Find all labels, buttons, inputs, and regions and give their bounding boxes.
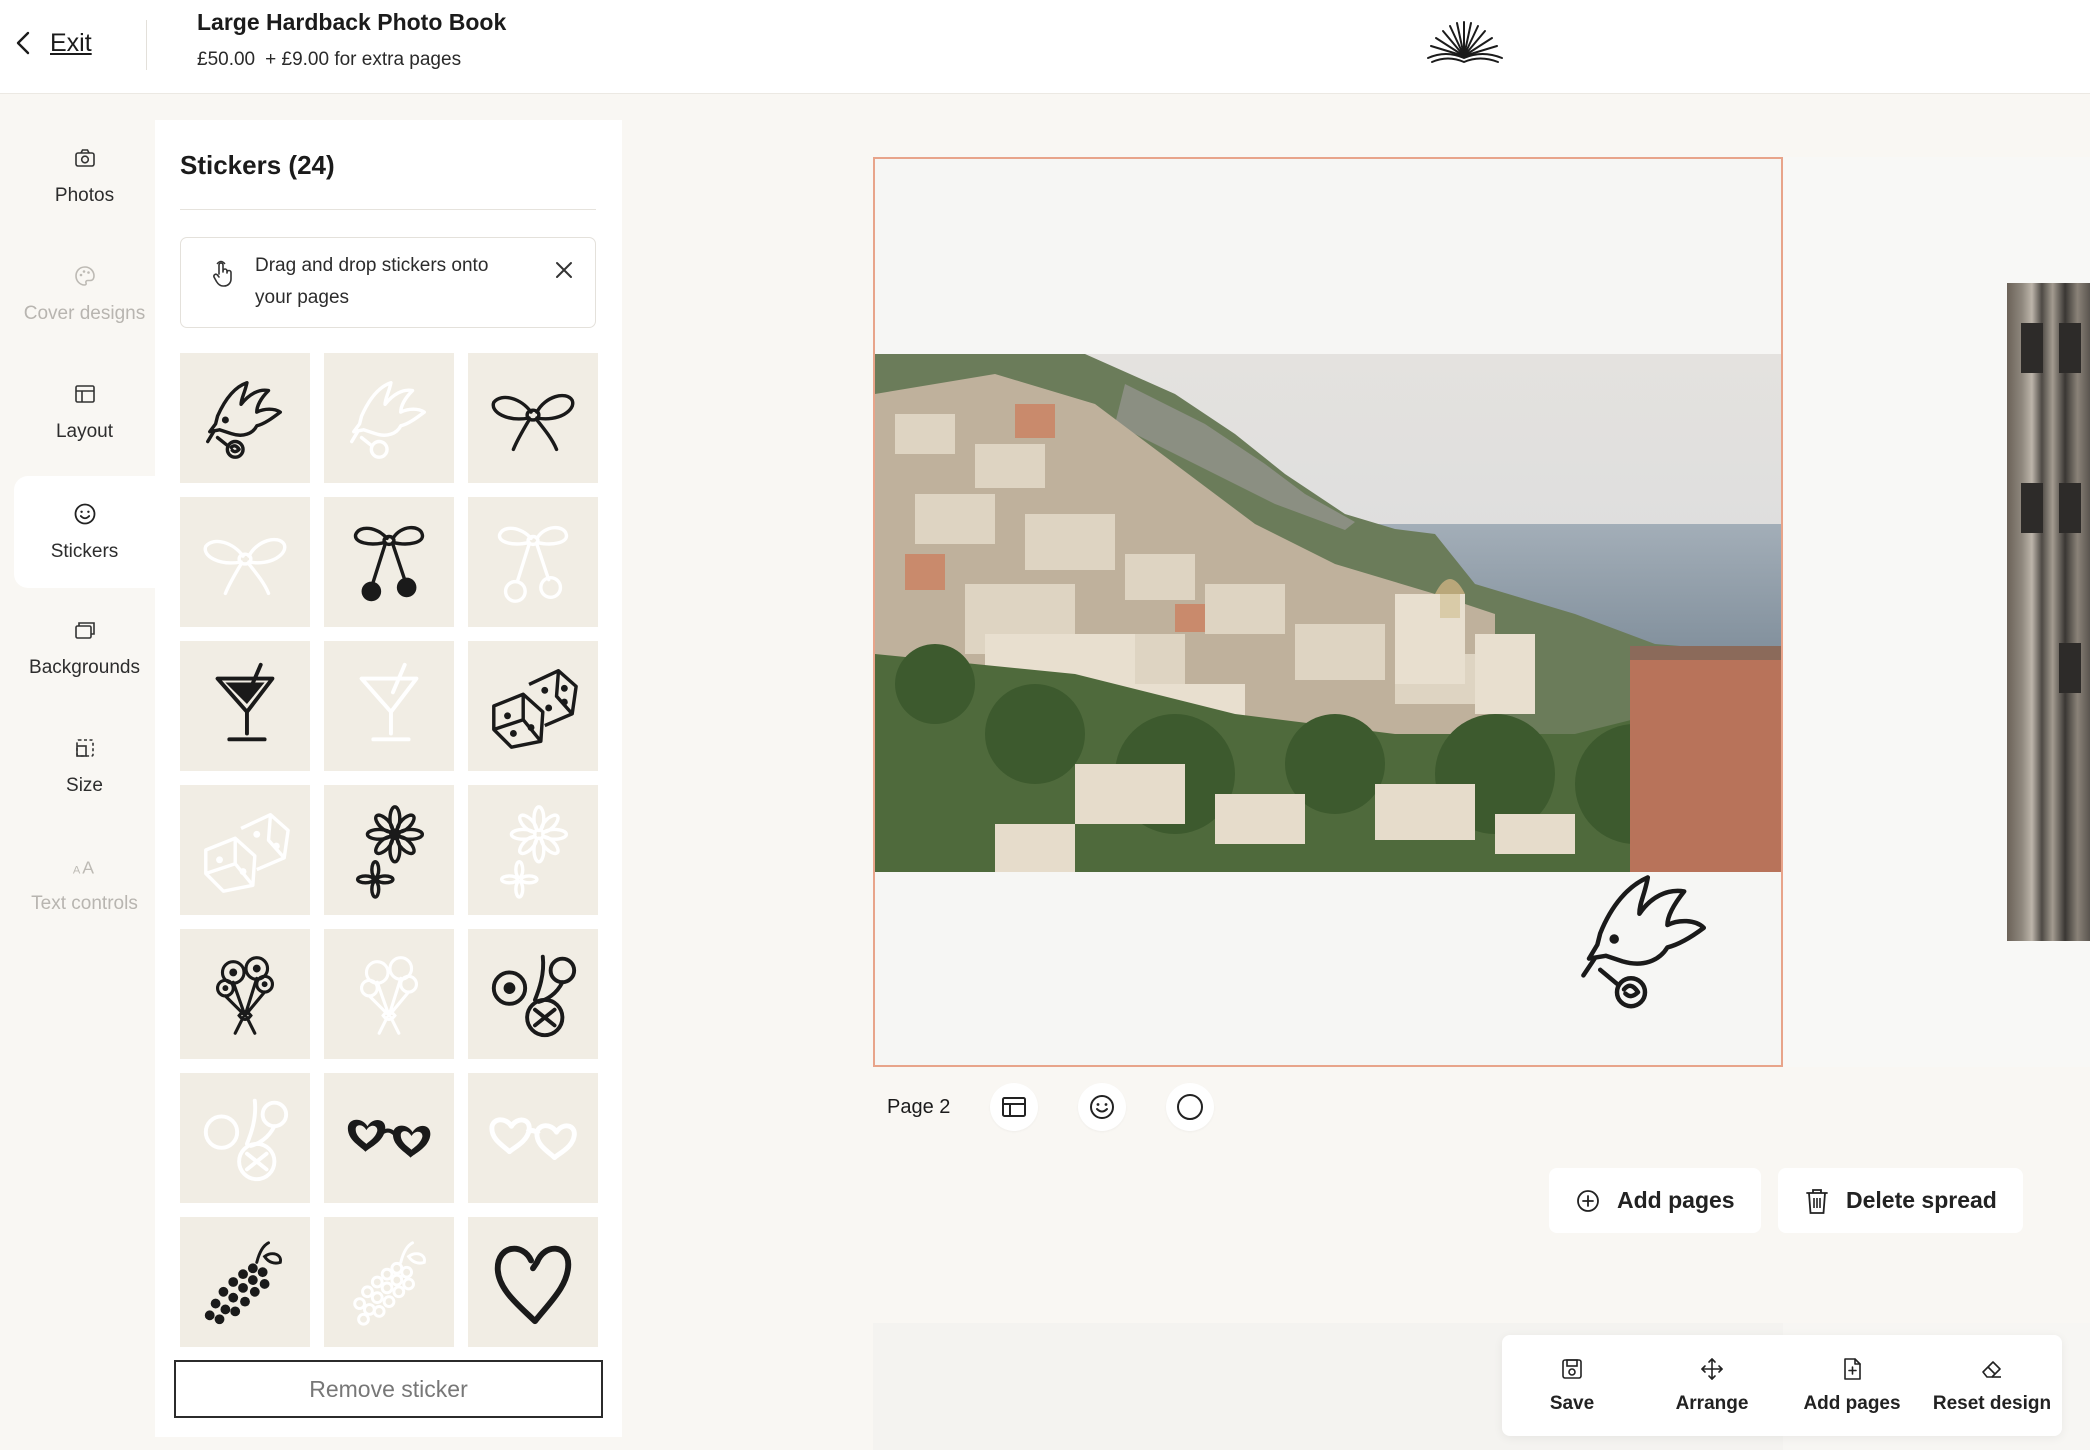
- backgrounds-icon: [72, 617, 98, 643]
- nav-photos[interactable]: Photos: [14, 120, 155, 232]
- sticker-daisies-white[interactable]: [468, 785, 598, 915]
- nav-backgrounds[interactable]: Backgrounds: [14, 592, 155, 704]
- price: £50.00: [197, 49, 256, 70]
- svg-text:A: A: [82, 857, 94, 877]
- sticker-dice-white[interactable]: [180, 785, 310, 915]
- divider: [180, 209, 596, 210]
- add-pages-toolbar-button[interactable]: Add pages: [1782, 1335, 1922, 1436]
- sticker-martini-black[interactable]: [180, 641, 310, 771]
- sticker-cherries-citrus-white[interactable]: [180, 1073, 310, 1203]
- layout-icon: [72, 381, 98, 407]
- sticker-bow-cherries-black[interactable]: [324, 497, 454, 627]
- window-shape: [2021, 323, 2043, 373]
- divider: [146, 20, 147, 70]
- save-label: Save: [1549, 1392, 1595, 1414]
- layout-icon: [1002, 1097, 1027, 1117]
- bottom-toolbar: Save Arrange Add pages Reset design: [1502, 1335, 2062, 1436]
- page-toolbar: Page 2: [873, 1082, 1254, 1132]
- smiley-icon: [72, 501, 98, 527]
- nav-layout[interactable]: Layout: [14, 356, 155, 468]
- nav-backgrounds-label: Backgrounds: [29, 657, 140, 678]
- sticker-bow-white[interactable]: [180, 497, 310, 627]
- exit-button[interactable]: Exit: [14, 26, 92, 60]
- add-pages-button[interactable]: Add pages: [1549, 1168, 1761, 1233]
- delete-spread-label: Delete spread: [1846, 1187, 1997, 1213]
- add-page-icon: [1844, 1357, 1861, 1380]
- arrange-icon: [1701, 1357, 1723, 1380]
- sticker-bow-black[interactable]: [468, 353, 598, 483]
- panel-title: Stickers (24): [180, 150, 335, 180]
- hint-text: Drag and drop stickers onto your pages: [255, 255, 489, 308]
- sticker-martini-white[interactable]: [324, 641, 454, 771]
- sticker-daisies-black[interactable]: [324, 785, 454, 915]
- page-2-canvas[interactable]: [873, 157, 1783, 1067]
- nav-layout-label: Layout: [55, 421, 114, 442]
- nav-text-controls-label: Text controls: [31, 893, 138, 914]
- sticker-bow-cherries-white[interactable]: [468, 497, 598, 627]
- plus-circle-icon: [1577, 1189, 1599, 1212]
- window-shape: [2059, 483, 2081, 533]
- product-price: £50.00 + £9.00 for extra pages: [197, 49, 461, 71]
- palette-icon: [72, 263, 98, 289]
- save-button[interactable]: Save: [1502, 1335, 1642, 1436]
- sticker-bouquet-black[interactable]: [180, 929, 310, 1059]
- page-label: Page 2: [887, 1095, 951, 1118]
- window-shape: [2059, 323, 2081, 373]
- sticker-grapes-white[interactable]: [324, 1217, 454, 1347]
- size-icon: [72, 735, 98, 761]
- remove-sticker-button[interactable]: Remove sticker: [174, 1360, 603, 1418]
- nav-stickers-label: Stickers: [50, 541, 119, 562]
- text-size-icon: AA: [72, 853, 98, 879]
- page-layout-button[interactable]: [990, 1083, 1039, 1131]
- nav-stickers[interactable]: Stickers: [14, 476, 155, 588]
- page-stickers-button[interactable]: [1078, 1083, 1127, 1131]
- placed-dove-sticker[interactable]: [1575, 854, 1715, 1024]
- nav-photos-label: Photos: [54, 185, 115, 206]
- hand-pointer-icon: [213, 260, 232, 287]
- page-background-color-button[interactable]: [1166, 1083, 1215, 1131]
- arrange-button[interactable]: Arrange: [1642, 1335, 1782, 1436]
- close-icon[interactable]: [550, 256, 578, 284]
- reset-design-label: Reset design: [1932, 1392, 2052, 1414]
- sticker-heart-glasses-white[interactable]: [468, 1073, 598, 1203]
- circle-icon: [1177, 1094, 1204, 1120]
- add-pages-toolbar-label: Add pages: [1803, 1392, 1901, 1414]
- extra-pages-price: + £9.00 for extra pages: [265, 49, 462, 70]
- brand-logo-icon: [1427, 21, 1503, 64]
- delete-spread-button[interactable]: Delete spread: [1778, 1168, 2023, 1233]
- save-icon: [1562, 1358, 1582, 1379]
- add-pages-label: Add pages: [1617, 1187, 1735, 1213]
- window-shape: [2059, 643, 2081, 693]
- trash-icon: [1806, 1188, 1828, 1214]
- stickers-panel: Stickers (24) Drag and drop stickers ont…: [155, 120, 622, 1437]
- smiley-icon: [1090, 1095, 1115, 1119]
- right-page-photo[interactable]: [2007, 283, 2090, 941]
- arrange-label: Arrange: [1675, 1392, 1749, 1414]
- sticker-heart-glasses-black[interactable]: [324, 1073, 454, 1203]
- sticker-grapes-black[interactable]: [180, 1217, 310, 1347]
- exit-label: Exit: [50, 28, 92, 57]
- nav-cover-designs-label: Cover designs: [23, 303, 146, 324]
- svg-text:A: A: [72, 864, 80, 876]
- page-photo[interactable]: [875, 354, 1781, 872]
- sticker-cherries-citrus-black[interactable]: [468, 929, 598, 1059]
- nav-size[interactable]: Size: [14, 710, 155, 822]
- sticker-heart-black[interactable]: [468, 1217, 598, 1347]
- photo-image: [875, 354, 1781, 872]
- top-bar: Exit Large Hardback Photo Book £50.00 + £…: [0, 0, 2090, 94]
- camera-icon: [72, 145, 98, 171]
- drag-hint-banner: Drag and drop stickers onto your pages: [180, 237, 596, 328]
- window-shape: [2021, 483, 2043, 533]
- nav-cover-designs[interactable]: Cover designs: [14, 238, 155, 350]
- nav-text-controls[interactable]: AA Text controls: [14, 828, 155, 940]
- chevron-left-icon: [16, 31, 30, 55]
- sticker-dice-black[interactable]: [468, 641, 598, 771]
- eraser-icon: [1982, 1360, 2001, 1378]
- product-title: Large Hardback Photo Book: [197, 9, 507, 35]
- sticker-bouquet-white[interactable]: [324, 929, 454, 1059]
- sticker-dove-white[interactable]: [324, 353, 454, 483]
- reset-design-button[interactable]: Reset design: [1922, 1335, 2062, 1436]
- nav-size-label: Size: [66, 775, 103, 796]
- sticker-dove-black[interactable]: [180, 353, 310, 483]
